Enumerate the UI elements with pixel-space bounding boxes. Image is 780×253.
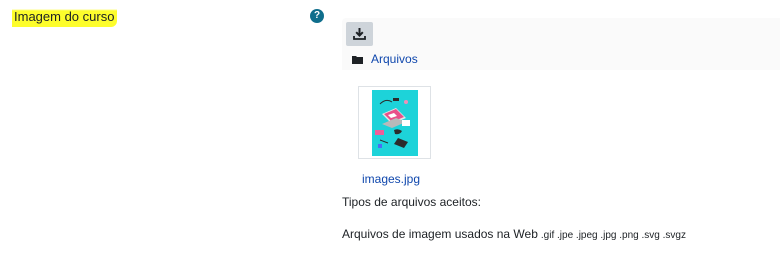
folder-icon: [352, 55, 363, 64]
file-thumbnail[interactable]: [358, 86, 431, 159]
accepted-types-heading: Tipos de arquivos aceitos:: [342, 195, 481, 209]
file-manager: Arquivos images.jpg: [342, 18, 780, 192]
field-label: Imagem do curso: [12, 9, 118, 27]
accepted-types-list: Arquivos de imagem usados na Web .gif .jp…: [342, 227, 686, 241]
image-thumbnail: [371, 89, 418, 156]
accepted-types-extensions: .gif .jpe .jpeg .jpg .png .svg .svgz: [540, 230, 686, 241]
accepted-types-description: Arquivos de imagem usados na Web: [342, 227, 538, 241]
file-list: images.jpg: [342, 70, 780, 192]
download-button[interactable]: [346, 22, 373, 46]
download-icon: [353, 28, 366, 40]
breadcrumb-link-arquivos[interactable]: Arquivos: [371, 52, 418, 66]
file-name-link[interactable]: images.jpg: [362, 172, 420, 186]
breadcrumb: Arquivos: [352, 52, 418, 66]
help-icon[interactable]: ?: [310, 9, 324, 23]
